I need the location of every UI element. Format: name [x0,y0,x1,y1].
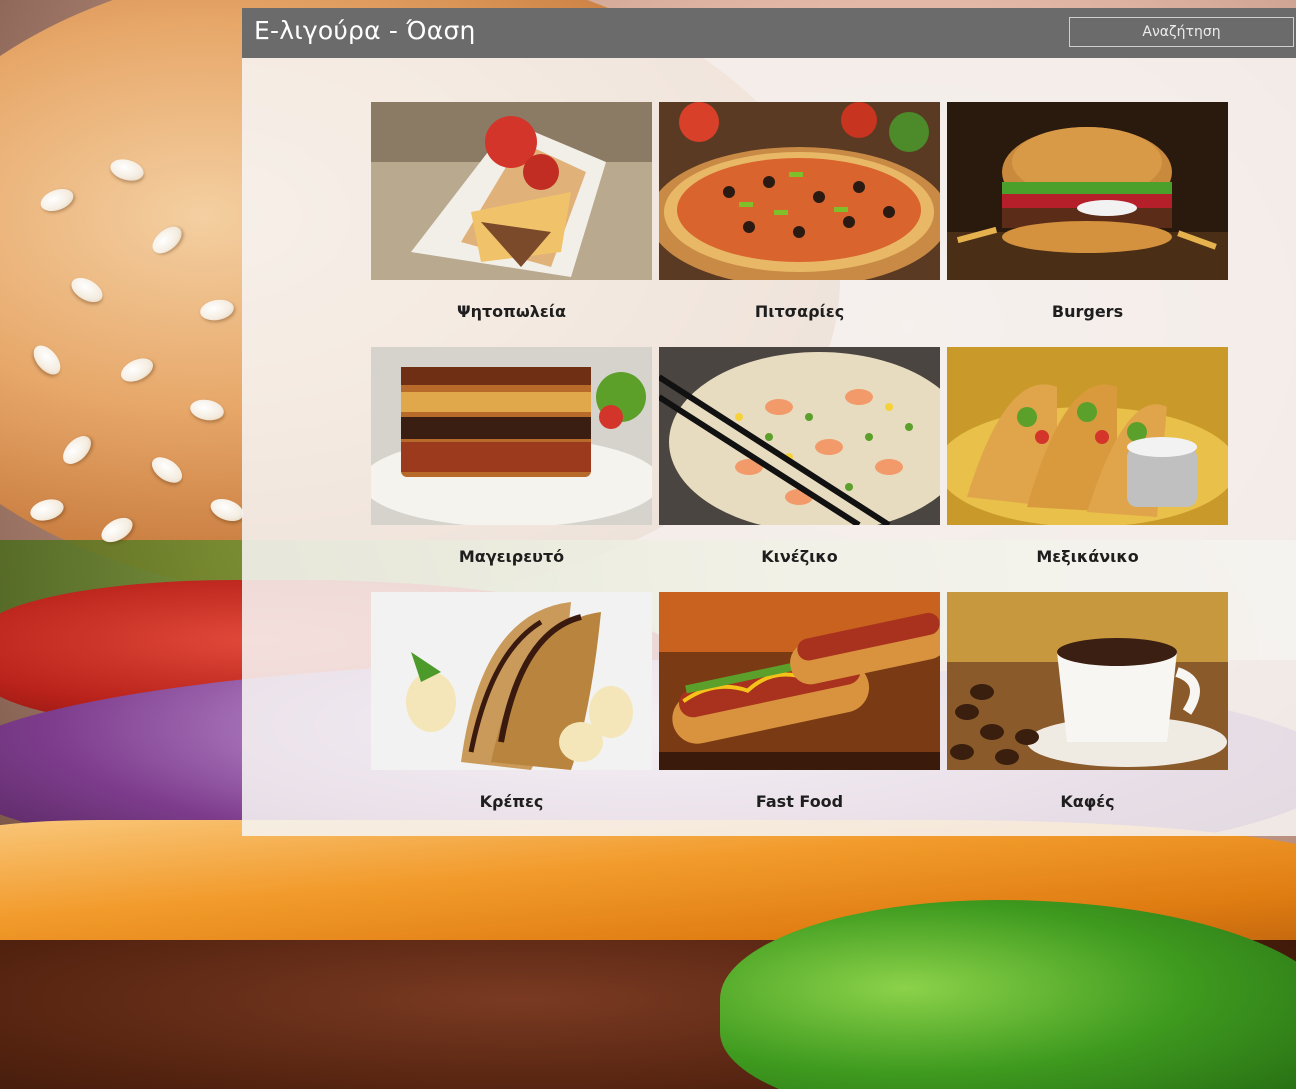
app-title: Ε-λιγούρα - Όαση [254,16,476,45]
category-tile-chinese[interactable]: Κινέζικο [659,347,940,587]
search-input[interactable] [1069,17,1294,47]
category-tile-souvlaki[interactable]: Ψητοπωλεία [371,102,652,342]
moussaka-photo [371,347,652,525]
category-tile-mexican[interactable]: Μεξικάνικο [947,347,1228,587]
category-tile-pizza[interactable]: Πιτσαρίες [659,102,940,342]
category-label: Ψητοπωλεία [456,302,566,321]
category-label: Πιτσαρίες [754,302,845,321]
souvlaki-photo [371,102,652,280]
category-label: Fast Food [755,792,844,811]
category-grid: Ψητοπωλεία Πιτσαρίες Burgers Μαγειρευτό … [371,102,1229,832]
category-label: Μεξικάνικο [1036,547,1139,566]
category-label: Κρέπες [479,792,544,811]
category-tile-fast-food[interactable]: Fast Food [659,592,940,832]
title-bar: Ε-λιγούρα - Όαση [242,8,1296,58]
category-tile-crepes[interactable]: Κρέπες [371,592,652,832]
category-label: Burgers [1051,302,1124,321]
category-label: Καφές [1060,792,1115,811]
category-label: Κινέζικο [761,547,838,566]
category-label: Μαγειρευτό [458,547,565,566]
category-tile-burgers[interactable]: Burgers [947,102,1228,342]
hotdog-photo [659,592,940,770]
coffee-photo [947,592,1228,770]
crepes-photo [371,592,652,770]
tacos-photo [947,347,1228,525]
burger-photo [947,102,1228,280]
app-window: Ε-λιγούρα - Όαση Ψητοπωλεία [242,8,1296,836]
category-tile-home-cooking[interactable]: Μαγειρευτό [371,347,652,587]
pizza-photo [659,102,940,280]
fried-rice-photo [659,347,940,525]
category-tile-coffee[interactable]: Καφές [947,592,1228,832]
